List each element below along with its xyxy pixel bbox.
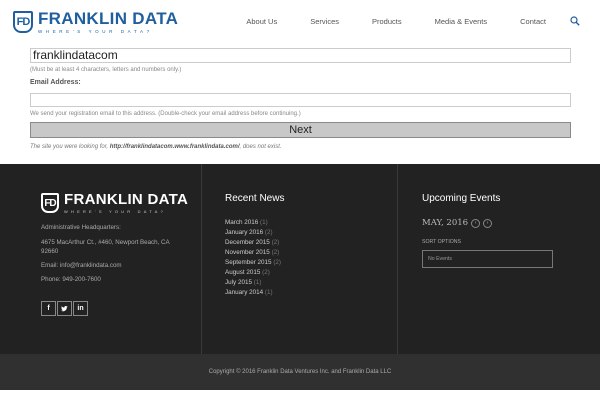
nav-media-events[interactable]: Media & Events [435, 17, 488, 26]
footer-logo-text: FRANKLIN DATA WHERE'S YOUR DATA? [64, 192, 188, 214]
events-list-box: No Events [422, 250, 553, 268]
news-archive-item[interactable]: January 2016 (2) [225, 228, 281, 238]
news-archive-label: August 2015 [225, 269, 261, 276]
address-line-2: 92660 [41, 248, 59, 255]
news-archive-item[interactable]: November 2015 (2) [225, 248, 281, 258]
brand-logo[interactable]: FD FRANKLIN DATA WHERE'S YOUR DATA? [13, 10, 178, 34]
footer-about-column: FD FRANKLIN DATA WHERE'S YOUR DATA? Admi… [30, 164, 202, 354]
next-button[interactable]: Next [30, 121, 571, 138]
footer-events-column: Upcoming Events MAY, 2016 ‹ › SORT OPTIO… [398, 164, 600, 354]
news-archive-count: (2) [264, 229, 273, 236]
news-archive-count: (1) [260, 219, 268, 226]
news-archive-label: December 2015 [225, 239, 270, 246]
username-hint: (Must be at least 4 characters, letters … [30, 67, 182, 73]
nav-products[interactable]: Products [372, 17, 402, 26]
twitter-icon[interactable] [57, 301, 72, 316]
contact-email[interactable]: Email: info@franklindata.com [41, 261, 122, 270]
prev-month-icon[interactable]: ‹ [471, 218, 481, 228]
logo-name: FRANKLIN DATA [38, 9, 179, 28]
next-month-icon[interactable]: › [483, 218, 493, 228]
nav-contact[interactable]: Contact [520, 17, 546, 26]
news-archive-label: September 2015 [225, 259, 272, 266]
headquarters-label: Administrative Headquarters: [41, 224, 121, 231]
footer-logo[interactable]: FD FRANKLIN DATA WHERE'S YOUR DATA? [41, 192, 188, 214]
news-archive-item[interactable]: December 2015 (2) [225, 238, 281, 248]
email-input[interactable] [30, 93, 571, 107]
copyright-text: Copyright © 2016 Franklin Data Ventures … [208, 369, 392, 375]
news-archive-label: July 2015 [225, 279, 252, 286]
events-month-label: MAY, 2016 [422, 218, 469, 228]
linkedin-icon[interactable]: in [73, 301, 88, 316]
footer-logo-name: FRANKLIN DATA [64, 191, 189, 208]
upcoming-events-heading: Upcoming Events [422, 193, 501, 204]
news-archive-count: (2) [271, 239, 280, 246]
recent-news-heading: Recent News [225, 193, 285, 204]
news-archive-item[interactable]: January 2014 (1) [225, 288, 281, 298]
social-links: f in [41, 301, 89, 316]
search-icon[interactable] [570, 16, 580, 26]
recent-news-list: March 2016 (1) January 2016 (2) December… [225, 218, 281, 298]
news-archive-count: (1) [253, 279, 262, 286]
footer-news-column: Recent News March 2016 (1) January 2016 … [202, 164, 398, 354]
news-archive-item[interactable]: March 2016 (1) [225, 218, 281, 228]
email-hint: We send your registration email to this … [30, 110, 301, 117]
contact-phone[interactable]: Phone: 949-200-7600 [41, 275, 101, 284]
error-prefix: The site you were looking for, [30, 143, 110, 150]
nav-about-us[interactable]: About Us [246, 17, 277, 26]
news-archive-count: (2) [273, 259, 282, 266]
facebook-icon[interactable]: f [41, 301, 56, 316]
main-nav: About Us Services Products Media & Event… [246, 0, 580, 42]
logo-tagline: WHERE'S YOUR DATA? [38, 29, 153, 34]
events-month-nav: MAY, 2016 ‹ › [422, 218, 493, 228]
news-archive-item[interactable]: September 2015 (2) [225, 258, 281, 268]
nav-services[interactable]: Services [310, 17, 339, 26]
news-archive-label: January 2016 [225, 229, 264, 236]
footer-logo-mark: FD [41, 193, 59, 213]
news-archive-count: (2) [271, 249, 280, 256]
news-archive-count: (1) [264, 289, 273, 296]
sort-options-toggle[interactable]: SORT OPTIONS [422, 239, 461, 245]
logo-text: FRANKLIN DATA WHERE'S YOUR DATA? [38, 10, 178, 34]
signup-form: (Must be at least 4 characters, letters … [30, 46, 571, 150]
news-archive-label: January 2014 [225, 289, 264, 296]
sub-footer: Copyright © 2016 Franklin Data Ventures … [0, 354, 600, 390]
email-label: Email Address: [30, 79, 81, 86]
site-footer: FD FRANKLIN DATA WHERE'S YOUR DATA? Admi… [0, 164, 600, 354]
site-not-exist-note: The site you were looking for, http://fr… [30, 144, 571, 150]
footer-logo-tagline: WHERE'S YOUR DATA? [64, 209, 166, 214]
site-header: FD FRANKLIN DATA WHERE'S YOUR DATA? Abou… [0, 0, 600, 42]
error-site-url: http://franklindatacom.www.franklindata.… [109, 143, 240, 150]
news-archive-item[interactable]: August 2015 (2) [225, 268, 281, 278]
news-archive-label: November 2015 [225, 249, 270, 256]
address-line-1: 4675 MacArthur Ct., #460, Newport Beach,… [41, 239, 170, 246]
news-archive-item[interactable]: July 2015 (1) [225, 278, 281, 288]
news-archive-count: (2) [262, 269, 270, 276]
news-archive-label: March 2016 [225, 219, 259, 226]
username-input[interactable] [30, 47, 571, 63]
logo-mark: FD [13, 11, 33, 33]
error-suffix: , does not exist. [239, 143, 282, 150]
